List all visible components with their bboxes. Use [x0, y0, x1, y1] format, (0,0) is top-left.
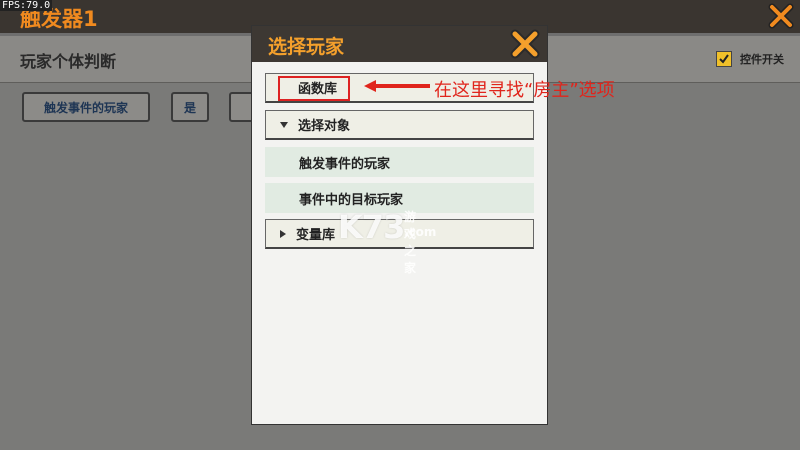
dialog-title: 选择玩家 [268, 36, 345, 58]
variable-library-label: 变量库 [296, 228, 336, 243]
chevron-right-icon [280, 229, 286, 238]
control-switch-label: 控件开关 [740, 53, 784, 66]
option-trigger-player-label: 触发事件的玩家 [299, 156, 391, 172]
close-icon[interactable] [768, 3, 794, 29]
control-switch[interactable]: 控件开关 [716, 51, 784, 67]
watermark-domain: .com [404, 225, 437, 239]
highlight-box [278, 76, 350, 101]
select-target-label: 选择对象 [298, 119, 351, 134]
trigger-player-button[interactable]: 触发事件的玩家 [22, 92, 150, 122]
watermark-site: 游戏之家 [404, 210, 417, 275]
panel-title: 玩家个体判断 [20, 52, 117, 71]
select-target-section[interactable]: 选择对象 [265, 110, 534, 140]
fps-counter: FPS:79.0 [0, 0, 53, 11]
dialog-close-icon[interactable] [509, 28, 541, 60]
chevron-down-icon [280, 121, 288, 128]
annotation-text: 在这里寻找“房主”选项 [434, 80, 615, 101]
dialog-header: 选择玩家 [252, 26, 547, 62]
yes-button[interactable]: 是 [171, 92, 209, 122]
checkbox-icon[interactable] [716, 51, 732, 67]
watermark-logo: K73 [338, 208, 405, 246]
watermark: K73 游戏之家 .com [338, 208, 436, 275]
option-target-player-label: 事件中的目标玩家 [299, 192, 404, 208]
arrow-left-icon [364, 80, 430, 92]
option-trigger-player[interactable]: 触发事件的玩家 [265, 147, 534, 177]
